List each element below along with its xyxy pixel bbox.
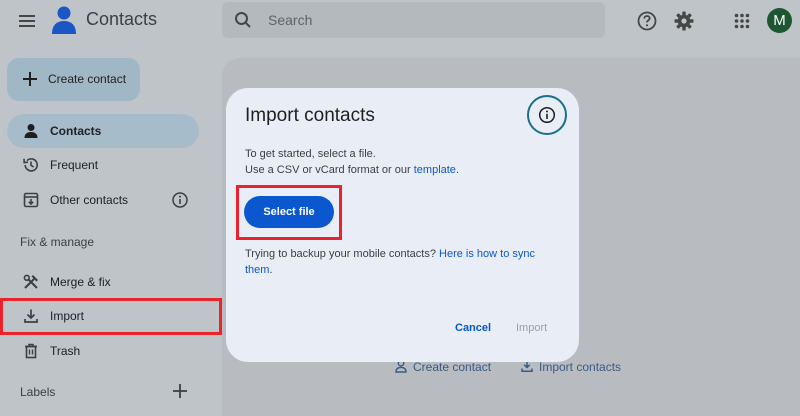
import-highlight-box xyxy=(0,298,222,335)
hamburger-menu-icon[interactable] xyxy=(14,9,40,33)
search-icon xyxy=(234,11,252,29)
sidebar-item-label: Other contacts xyxy=(50,193,129,207)
sidebar-item-other-contacts[interactable]: Other contacts xyxy=(0,183,200,217)
create-contact-label: Create contact xyxy=(48,72,127,86)
info-icon[interactable] xyxy=(171,191,189,209)
search-bar[interactable] xyxy=(222,2,605,38)
dialog-instructions-line2: Use a CSV or vCard format or our templat… xyxy=(245,164,459,176)
period-text: . xyxy=(455,164,459,176)
dialog-instructions-line1: To get started, select a file. xyxy=(245,148,376,160)
create-contact-button[interactable]: Create contact xyxy=(7,58,140,101)
history-icon xyxy=(22,156,40,174)
gear-icon[interactable] xyxy=(672,9,696,33)
plus-icon xyxy=(22,71,38,87)
create-contact-link[interactable]: Create contact xyxy=(413,360,491,374)
app-title: Contacts xyxy=(86,9,158,29)
sync-help-link-cont[interactable]: them xyxy=(245,264,269,276)
sidebar-item-label: Contacts xyxy=(50,124,102,138)
sidebar-item-merge-fix[interactable]: Merge & fix xyxy=(0,265,200,299)
backup-line1: Trying to backup your mobile contacts? H… xyxy=(245,248,535,260)
period-text: . xyxy=(269,264,273,276)
contacts-logo-icon xyxy=(50,5,78,35)
apps-grid-icon[interactable] xyxy=(730,9,754,33)
sidebar-item-label: Trash xyxy=(50,344,81,358)
sidebar-item-frequent[interactable]: Frequent xyxy=(0,148,200,182)
sync-help-link[interactable]: Here is how to sync xyxy=(439,248,535,260)
person-icon xyxy=(22,122,40,140)
format-text: Use a CSV or vCard format or our xyxy=(245,164,414,176)
sidebar-item-contacts[interactable]: Contacts xyxy=(7,114,199,148)
sidebar-item-trash[interactable]: Trash xyxy=(0,334,200,368)
search-input[interactable] xyxy=(268,2,588,38)
labels-heading: Labels xyxy=(20,385,56,399)
archive-in-icon xyxy=(22,191,40,209)
fix-manage-heading: Fix & manage xyxy=(20,235,95,249)
select-file-button[interactable]: Select file xyxy=(244,196,334,228)
trash-icon xyxy=(22,342,40,360)
help-circle-icon[interactable] xyxy=(635,9,659,33)
backup-text: Trying to backup your mobile contacts? xyxy=(245,248,440,260)
import-contacts-link[interactable]: Import contacts xyxy=(539,360,621,374)
backup-line2: them. xyxy=(245,264,273,276)
add-label-plus-icon[interactable] xyxy=(172,383,188,399)
hammer-wrench-icon xyxy=(22,273,40,291)
avatar[interactable]: M xyxy=(767,8,792,33)
import-button[interactable]: Import xyxy=(516,322,547,334)
sidebar-item-label: Merge & fix xyxy=(50,275,111,289)
template-link[interactable]: template xyxy=(414,164,456,176)
dialog-title: Import contacts xyxy=(245,105,375,126)
info-icon[interactable] xyxy=(527,95,567,135)
cancel-button[interactable]: Cancel xyxy=(455,322,491,334)
top-bar: Contacts Search M xyxy=(0,0,800,44)
sidebar-item-label: Frequent xyxy=(50,158,99,172)
